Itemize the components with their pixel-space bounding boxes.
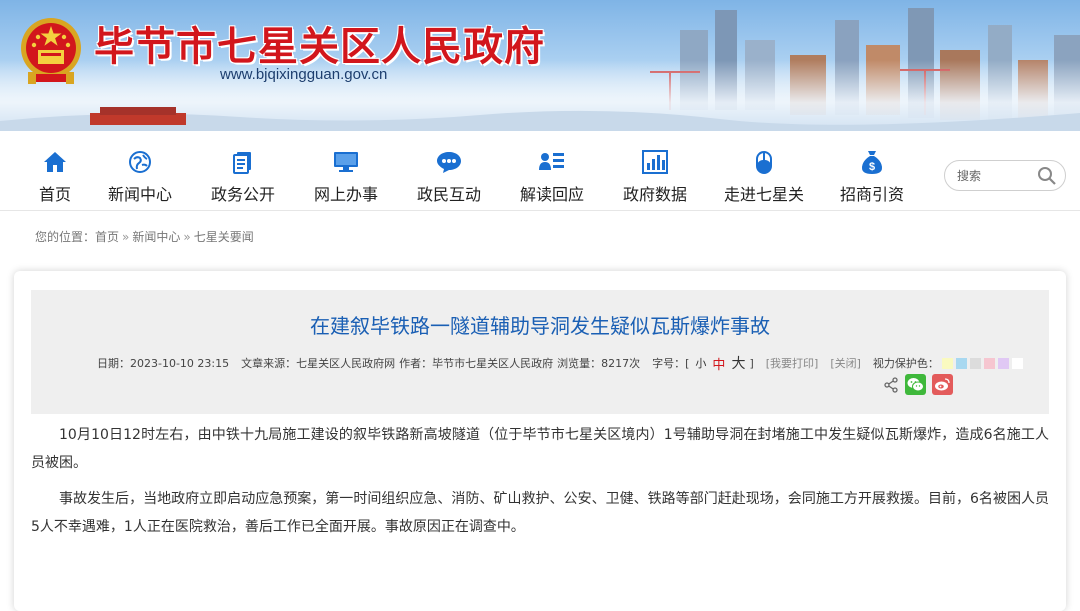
- search-box: [944, 160, 1066, 191]
- site-url[interactable]: www.bjqixingguan.gov.cn: [220, 66, 387, 83]
- breadcrumb-separator: »: [183, 230, 191, 244]
- font-size-label: 字号：[: [652, 357, 690, 370]
- bar-chart-icon: [642, 149, 668, 175]
- article-source: 文章来源：七星关区人民政府网: [241, 357, 396, 370]
- nav-item-online-service[interactable]: 网上办事: [310, 131, 382, 211]
- nav-item-label: 首页: [38, 185, 71, 204]
- share-weibo-button[interactable]: [932, 374, 953, 395]
- eye-care-swatch-purple[interactable]: [997, 357, 1009, 369]
- nav-item-gov-data[interactable]: 政府数据: [619, 131, 691, 211]
- article-title: 在建叙毕铁路一隧道辅助导洞发生疑似瓦斯爆炸事故: [310, 314, 770, 338]
- article-author: 作者：毕节市七星关区人民政府: [399, 357, 554, 370]
- wechat-icon: [907, 378, 924, 392]
- article-date: 日期：2023-10-10 23:15: [97, 357, 230, 370]
- svg-text:$: $: [869, 161, 875, 173]
- main-nav: 首页 新闻中心 政务公开 网上办事 政民互动 解读回应 政府数据 走进七星关 $…: [0, 131, 1080, 211]
- breadcrumb-separator: »: [122, 230, 130, 244]
- breadcrumb-home[interactable]: 首页: [95, 230, 119, 244]
- article-paragraph: 10月10日12时左右，由中铁十九局施工建设的叙毕铁路新高坡隧道（位于毕节市七星…: [31, 427, 1049, 471]
- nav-item-label: 新闻中心: [107, 185, 172, 204]
- site-title: 毕节市七星关区人民政府: [94, 24, 545, 70]
- document-icon: [230, 149, 256, 175]
- font-size-medium-button[interactable]: 中: [712, 354, 725, 373]
- site-banner: 毕节市七星关区人民政府 www.bjqixingguan.gov.cn: [0, 0, 1080, 131]
- nav-item-label: 解读回应: [519, 185, 584, 204]
- eye-care-swatch-yellow[interactable]: [941, 357, 953, 369]
- eye-care-swatch-gray[interactable]: [969, 357, 981, 369]
- breadcrumb-news[interactable]: 新闻中心: [132, 230, 180, 244]
- article-header: 在建叙毕铁路一隧道辅助导洞发生疑似瓦斯爆炸事故 日期：2023-10-10 23…: [31, 290, 1049, 414]
- article-views: 浏览量：8217次: [557, 357, 641, 370]
- person-list-icon: [539, 149, 565, 175]
- eye-care-label: 视力保护色：: [872, 357, 939, 370]
- breadcrumb-prefix: 您的位置：: [35, 230, 96, 244]
- share-icon: [884, 376, 898, 393]
- font-size-large-button[interactable]: 大: [731, 353, 745, 373]
- weibo-icon: [935, 378, 950, 391]
- article-card: 在建叙毕铁路一隧道辅助导洞发生疑似瓦斯爆炸事故 日期：2023-10-10 23…: [14, 271, 1066, 611]
- eye-care-swatch-blue[interactable]: [955, 357, 967, 369]
- font-size-bracket: ]: [749, 356, 754, 370]
- nav-item-label: 招商引资: [839, 185, 904, 204]
- search-input[interactable]: [957, 167, 1037, 185]
- nav-item-interaction[interactable]: 政民互动: [413, 131, 485, 211]
- nav-item-home[interactable]: 首页: [34, 131, 76, 211]
- share-wechat-button[interactable]: [905, 374, 926, 395]
- share-bar: [883, 374, 959, 395]
- breadcrumb: 您的位置：首页» 新闻中心» 七星关要闻: [35, 228, 254, 245]
- eye-care-swatch-white[interactable]: [1011, 357, 1023, 369]
- close-button[interactable]: [关闭]: [830, 355, 861, 371]
- nav-item-label: 走进七星关: [723, 185, 804, 204]
- nav-item-label: 政务公开: [210, 185, 275, 204]
- monitor-icon: [333, 149, 359, 175]
- nav-item-label: 政民互动: [416, 185, 481, 204]
- nav-item-news[interactable]: 新闻中心: [104, 131, 176, 211]
- mouse-icon: [751, 149, 777, 175]
- chat-bubble-icon: [436, 149, 462, 175]
- nav-item-interpretation[interactable]: 解读回应: [516, 131, 588, 211]
- globe-icon: [127, 149, 153, 175]
- home-icon: [42, 149, 68, 175]
- breadcrumb-current[interactable]: 七星关要闻: [194, 230, 254, 244]
- article-paragraph: 事故发生后，当地政府立即启动应急预案，第一时间组织应急、消防、矿山救护、公安、卫…: [31, 491, 1049, 535]
- print-button[interactable]: [我要打印]: [766, 355, 819, 371]
- font-size-small-button[interactable]: 小: [695, 355, 706, 371]
- money-bag-icon: $: [859, 149, 885, 175]
- nav-item-label: 政府数据: [622, 185, 687, 204]
- search-icon[interactable]: [1037, 166, 1057, 186]
- nav-item-investment[interactable]: $ 招商引资: [836, 131, 908, 211]
- nav-item-gov-affairs[interactable]: 政务公开: [207, 131, 279, 211]
- article-meta: 日期：2023-10-10 23:15 文章来源：七星关区人民政府网 作者：毕节…: [97, 353, 1023, 373]
- article-body: 10月10日12时左右，由中铁十九局施工建设的叙毕铁路新高坡隧道（位于毕节市七星…: [31, 421, 1049, 549]
- nav-item-about-qixingguan[interactable]: 走进七星关: [722, 131, 806, 211]
- nav-item-label: 网上办事: [313, 185, 378, 204]
- eye-care-swatch-pink[interactable]: [983, 357, 995, 369]
- hills-graphic: [0, 107, 1080, 131]
- national-emblem-icon: [21, 18, 81, 84]
